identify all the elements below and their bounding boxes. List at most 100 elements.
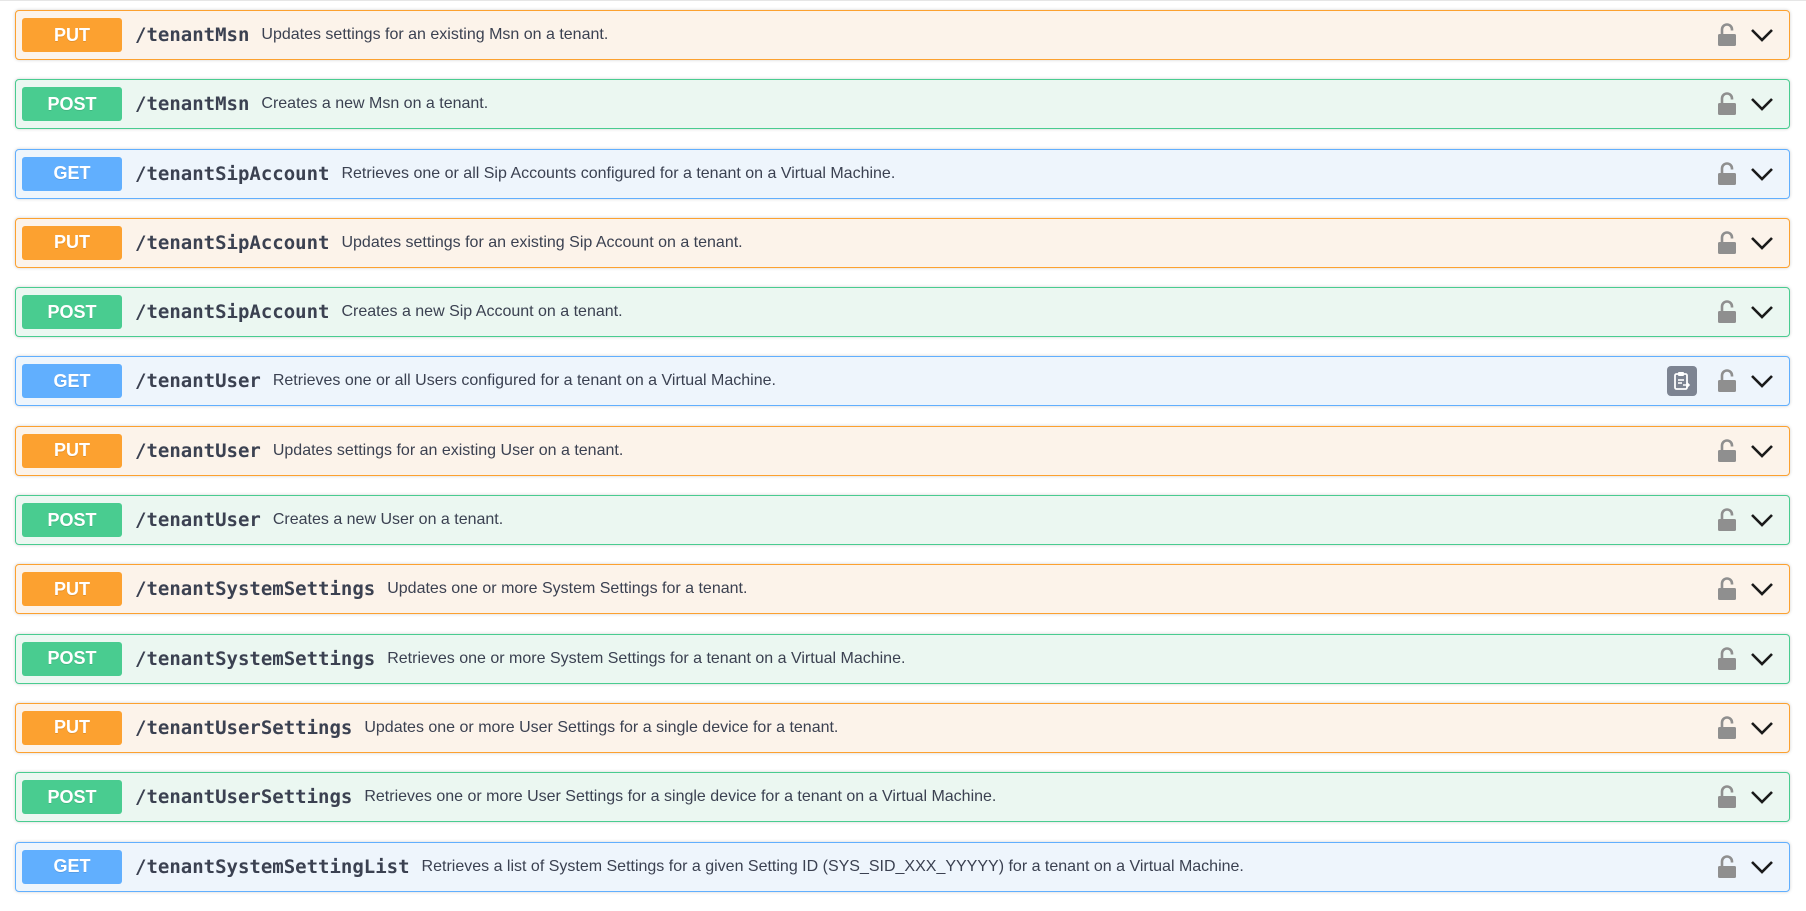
operation-row-post[interactable]: POST/tenantUserSettings Retrieves one or …	[15, 772, 1790, 823]
operation-path: /tenantUserSettings	[135, 786, 353, 809]
operation-summary: Updates one or more User Settings for a …	[364, 718, 839, 736]
method-badge: POST	[22, 503, 122, 538]
operation-path: /tenantUser	[135, 370, 261, 393]
expand-button[interactable]	[1749, 715, 1775, 741]
unlocked-padlock-icon	[1718, 439, 1736, 462]
authorize-button[interactable]	[1715, 160, 1739, 188]
expand-button[interactable]	[1749, 161, 1775, 187]
expand-button[interactable]	[1749, 299, 1775, 325]
authorize-button[interactable]	[1715, 367, 1739, 395]
authorize-button[interactable]	[1715, 298, 1739, 326]
authorize-button[interactable]	[1715, 575, 1739, 603]
chevron-down-icon	[1751, 722, 1773, 735]
expand-button[interactable]	[1749, 22, 1775, 48]
authorize-button[interactable]	[1715, 506, 1739, 534]
operation-row-post[interactable]: POST/tenantSystemSettings Retrieves one o…	[15, 633, 1790, 684]
expand-button[interactable]	[1749, 230, 1775, 256]
unlocked-padlock-icon	[1718, 300, 1736, 324]
operation-path: /tenantMsn	[135, 93, 250, 116]
expand-button[interactable]	[1749, 91, 1775, 117]
authorize-button[interactable]	[1715, 714, 1739, 742]
method-badge: PUT	[22, 433, 122, 468]
operation-row-put[interactable]: PUT/tenantMsn Updates settings for an exi…	[15, 10, 1790, 60]
expand-button[interactable]	[1749, 784, 1775, 810]
operation-summary: Retrieves a list of System Settings for …	[421, 857, 1244, 875]
unlocked-padlock-icon	[1718, 716, 1736, 739]
operation-path: /tenantUserSettings	[135, 716, 353, 739]
authorize-button[interactable]	[1715, 645, 1739, 673]
operation-path: /tenantSipAccount	[135, 301, 330, 324]
method-badge: GET	[22, 156, 122, 191]
operation-summary: Creates a new User on a tenant.	[272, 511, 504, 529]
operation-path: /tenantUser	[135, 439, 261, 462]
unlocked-padlock-icon	[1718, 23, 1736, 46]
chevron-down-icon	[1751, 306, 1773, 320]
chevron-down-icon	[1751, 29, 1773, 42]
authorize-button[interactable]	[1715, 90, 1739, 118]
operation-row-get[interactable]: GET/tenantUser Retrieves one or all Users…	[15, 356, 1790, 407]
operation-summary: Creates a new Sip Account on a tenant.	[341, 303, 623, 321]
top-divider	[0, 0, 1806, 1]
operation-row-put[interactable]: PUT/tenantUser Updates settings for an ex…	[15, 425, 1790, 476]
method-badge: POST	[22, 295, 122, 330]
authorize-button[interactable]	[1715, 21, 1739, 49]
expand-button[interactable]	[1749, 368, 1775, 394]
authorize-button[interactable]	[1715, 229, 1739, 257]
expand-button[interactable]	[1749, 576, 1775, 602]
copy-path-button[interactable]	[1667, 366, 1697, 397]
chevron-down-icon	[1751, 583, 1773, 597]
chevron-down-icon	[1751, 514, 1773, 527]
operation-path: /tenantUser	[135, 509, 261, 532]
unlocked-padlock-icon	[1718, 161, 1736, 185]
chevron-down-icon	[1751, 860, 1773, 874]
expand-button[interactable]	[1749, 854, 1775, 880]
operation-row-put[interactable]: PUT/tenantSipAccount Updates settings for…	[15, 217, 1790, 268]
operation-summary: Creates a new Msn on a tenant.	[261, 95, 489, 113]
unlocked-padlock-icon	[1718, 369, 1736, 393]
operation-path: /tenantSystemSettings	[135, 647, 376, 670]
chevron-down-icon	[1751, 167, 1773, 181]
method-badge: POST	[22, 780, 122, 815]
chevron-down-icon	[1751, 236, 1773, 250]
operation-row-post[interactable]: POST/tenantMsn Creates a new Msn on a ten…	[15, 79, 1790, 130]
method-badge: PUT	[22, 710, 122, 745]
operation-row-post[interactable]: POST/tenantSipAccount Creates a new Sip A…	[15, 287, 1790, 338]
operation-summary: Updates settings for an existing User on…	[272, 441, 624, 459]
method-badge: POST	[22, 641, 122, 676]
method-badge: PUT	[22, 225, 122, 260]
operation-path: /tenantSipAccount	[135, 162, 330, 185]
operation-path: /tenantMsn	[135, 24, 250, 46]
operation-path: /tenantSystemSettings	[135, 578, 376, 601]
method-badge: PUT	[22, 572, 122, 607]
method-badge: PUT	[22, 18, 122, 52]
chevron-down-icon	[1751, 652, 1773, 666]
expand-button[interactable]	[1749, 438, 1775, 464]
unlocked-padlock-icon	[1718, 92, 1736, 116]
expand-button[interactable]	[1749, 646, 1775, 672]
method-badge: GET	[22, 849, 122, 884]
method-badge: GET	[22, 364, 122, 399]
unlocked-padlock-icon	[1718, 508, 1736, 532]
operation-row-post[interactable]: POST/tenantUser Creates a new User on a t…	[15, 495, 1790, 546]
clipboard-copy-icon	[1674, 372, 1691, 391]
operation-summary: Updates settings for an existing Sip Acc…	[341, 233, 743, 251]
operation-summary: Retrieves one or all Sip Accounts config…	[341, 164, 896, 182]
operation-row-put[interactable]: PUT/tenantUserSettings Updates one or mor…	[15, 702, 1790, 753]
chevron-down-icon	[1751, 444, 1773, 458]
unlocked-padlock-icon	[1718, 646, 1736, 670]
authorize-button[interactable]	[1715, 853, 1739, 881]
method-badge: POST	[22, 87, 122, 122]
chevron-down-icon	[1751, 98, 1773, 112]
authorize-button[interactable]	[1715, 437, 1739, 465]
operation-row-get[interactable]: GET/tenantSystemSettingList Retrieves a l…	[15, 841, 1790, 892]
operation-path: /tenantSipAccount	[135, 231, 330, 254]
operations-list: PUT/tenantMsn Updates settings for an exi…	[15, 10, 1790, 911]
unlocked-padlock-icon	[1718, 785, 1736, 809]
expand-button[interactable]	[1749, 507, 1775, 533]
operation-row-put[interactable]: PUT/tenantSystemSettings Updates one or m…	[15, 564, 1790, 615]
operation-row-get[interactable]: GET/tenantSipAccount Retrieves one or all…	[15, 148, 1790, 199]
operation-summary: Updates one or more System Settings for …	[387, 580, 748, 598]
authorize-button[interactable]	[1715, 783, 1739, 811]
operation-summary: Updates settings for an existing Msn on …	[261, 26, 609, 43]
unlocked-padlock-icon	[1718, 854, 1736, 878]
